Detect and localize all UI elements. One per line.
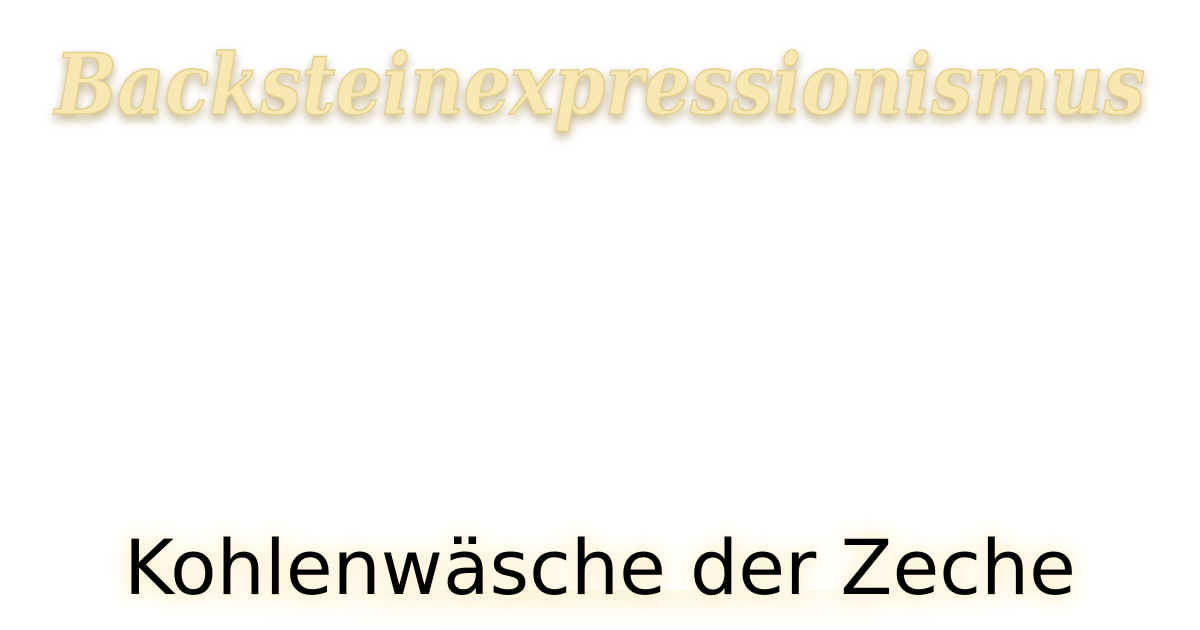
title-svg: Backsteinexpressionismus [53, 34, 1146, 135]
title-banner: Backsteinexpressionismus [0, 22, 1200, 162]
caption-text: Kohlenwäsche der Zeche [124, 523, 1076, 612]
page-title: Backsteinexpressionismus [53, 35, 1145, 134]
